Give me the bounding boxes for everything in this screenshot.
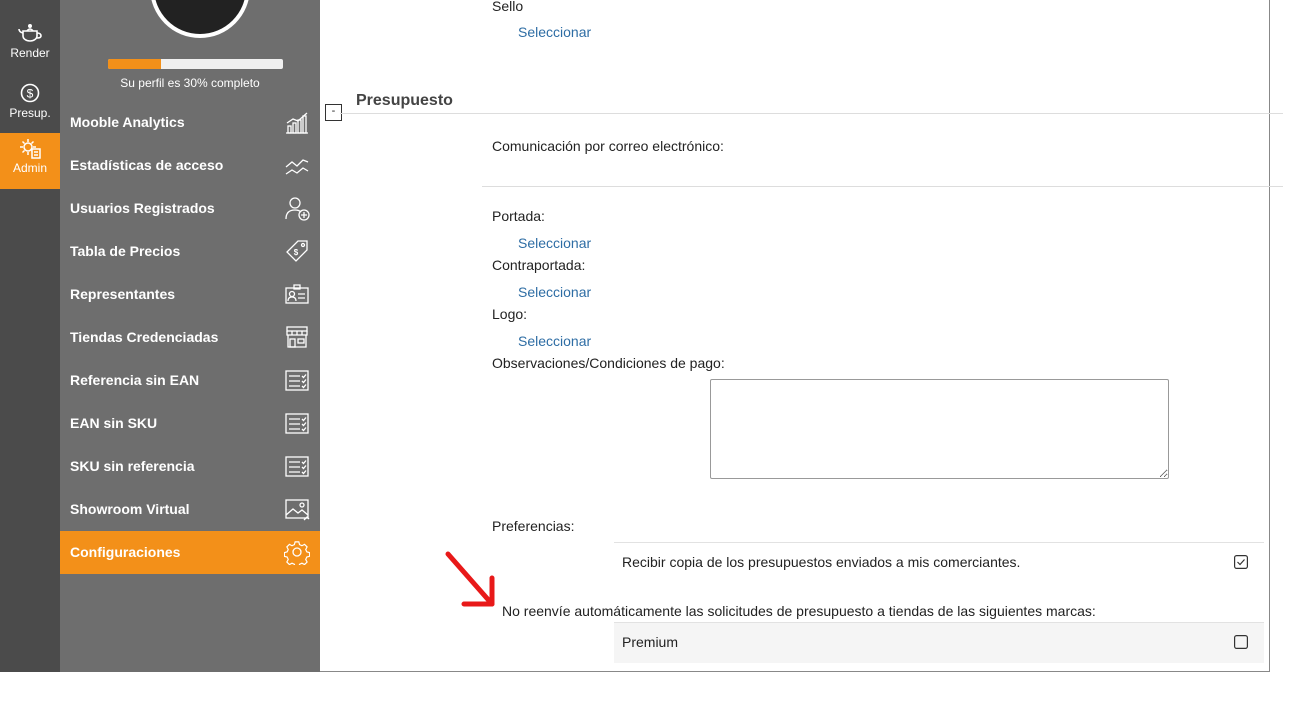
sidebar: Su perfil es 30% completo Mooble Analyti… [60,0,320,672]
section-divider [340,113,1283,114]
annotation-arrow-icon [445,551,495,607]
sidebar-item-label: Showroom Virtual [70,501,190,517]
sello-select-link[interactable]: Seleccionar [518,24,591,40]
pref-copy-label: Recibir copia de los presupuestos enviad… [622,554,1021,570]
observaciones-textarea[interactable] [710,379,1169,479]
svg-text:$: $ [27,87,34,101]
profile-progress-text: Su perfil es 30% completo [120,76,260,90]
sidebar-item-label: EAN sin SKU [70,415,158,431]
sidebar-item-representantes[interactable]: Representantes [60,273,320,316]
portada-label: Portada: [492,208,545,224]
sidebar-item-mooble-analytics[interactable]: Mooble Analytics [60,101,320,144]
settings-doc-icon [20,139,41,159]
gear-icon [284,541,310,565]
portada-select-link[interactable]: Seleccionar [518,235,591,251]
observaciones-label: Observaciones/Condiciones de pago: [492,355,725,371]
rail-item-admin[interactable]: Admin [0,133,60,189]
sidebar-item-label: Configuraciones [70,544,181,560]
avatar[interactable] [150,0,250,38]
image-gallery-icon [285,499,310,521]
rail-item-presup[interactable]: $ Presup. [0,78,60,134]
rail-item-label: Presup. [9,106,51,120]
sidebar-item-usuarios[interactable]: Usuarios Registrados [60,187,320,230]
brand-row-premium[interactable]: Premium [614,622,1264,663]
trend-lines-icon [285,159,309,175]
sidebar-item-label: Tabla de Precios [70,243,181,259]
sidebar-item-estadisticas[interactable]: Estadísticas de acceso [60,144,320,187]
preferencias-label: Preferencias: [492,518,575,534]
sidebar-item-label: SKU sin referencia [70,458,195,474]
sidebar-item-label: Representantes [70,286,176,302]
no-forward-label: No reenvíe automáticamente las solicitud… [502,603,1096,619]
checklist-icon [285,370,309,391]
contraportada-label: Contraportada: [492,257,586,273]
sidebar-item-tiendas[interactable]: Tiendas Credenciadas [60,316,320,359]
id-card-icon [285,284,309,304]
sidebar-item-ean-sin-sku[interactable]: EAN sin SKU [60,402,320,445]
storefront-icon [286,326,308,348]
unchecked-checkbox-icon[interactable] [1234,635,1248,649]
sidebar-item-tabla-precios[interactable]: Tabla de Precios $ [60,230,320,273]
contraportada-select-link[interactable]: Seleccionar [518,284,591,300]
price-tag-icon: $ [286,240,308,262]
email-communication-label: Comunicación por correo electrónico: [492,138,724,154]
sello-label: Sello [492,0,524,14]
svg-text:$: $ [294,248,299,257]
sidebar-item-label: Usuarios Registrados [70,200,215,216]
checklist-icon [285,413,309,434]
rail-item-label: Admin [12,161,47,175]
analytics-chart-icon [286,112,308,134]
avatar-silhouette [154,0,246,34]
sidebar-item-configuraciones[interactable]: Configuraciones [60,531,320,574]
sidebar-item-referencia-sin-ean[interactable]: Referencia sin EAN [60,359,320,402]
pref-row-copy[interactable]: Recibir copia de los presupuestos enviad… [614,542,1264,583]
add-user-icon [285,197,310,221]
sidebar-item-showroom[interactable]: Showroom Virtual [60,488,320,531]
rail-item-render[interactable]: Render [0,18,60,74]
sidebar-item-label: Estadísticas de acceso [70,157,224,173]
checklist-icon [285,456,309,477]
rail-item-label: Render [10,46,50,60]
logo-select-link[interactable]: Seleccionar [518,333,591,349]
dollar-icon: $ [20,83,40,103]
app-rail: Render $ Presup. Admin [0,0,60,672]
divider [482,186,1283,187]
sidebar-item-label: Tiendas Credenciadas [70,329,219,345]
section-title-presupuesto: Presupuesto [356,92,453,109]
sidebar-item-sku-sin-referencia[interactable]: SKU sin referencia [60,445,320,488]
profile-progress-fill [108,59,161,69]
teapot-icon [18,23,42,42]
logo-label: Logo: [492,306,528,322]
sidebar-item-label: Mooble Analytics [70,114,185,130]
sidebar-item-label: Referencia sin EAN [70,372,200,388]
brand-label: Premium [622,634,679,650]
checked-checkbox-icon[interactable] [1234,555,1248,569]
profile-progress-bar [108,59,283,69]
